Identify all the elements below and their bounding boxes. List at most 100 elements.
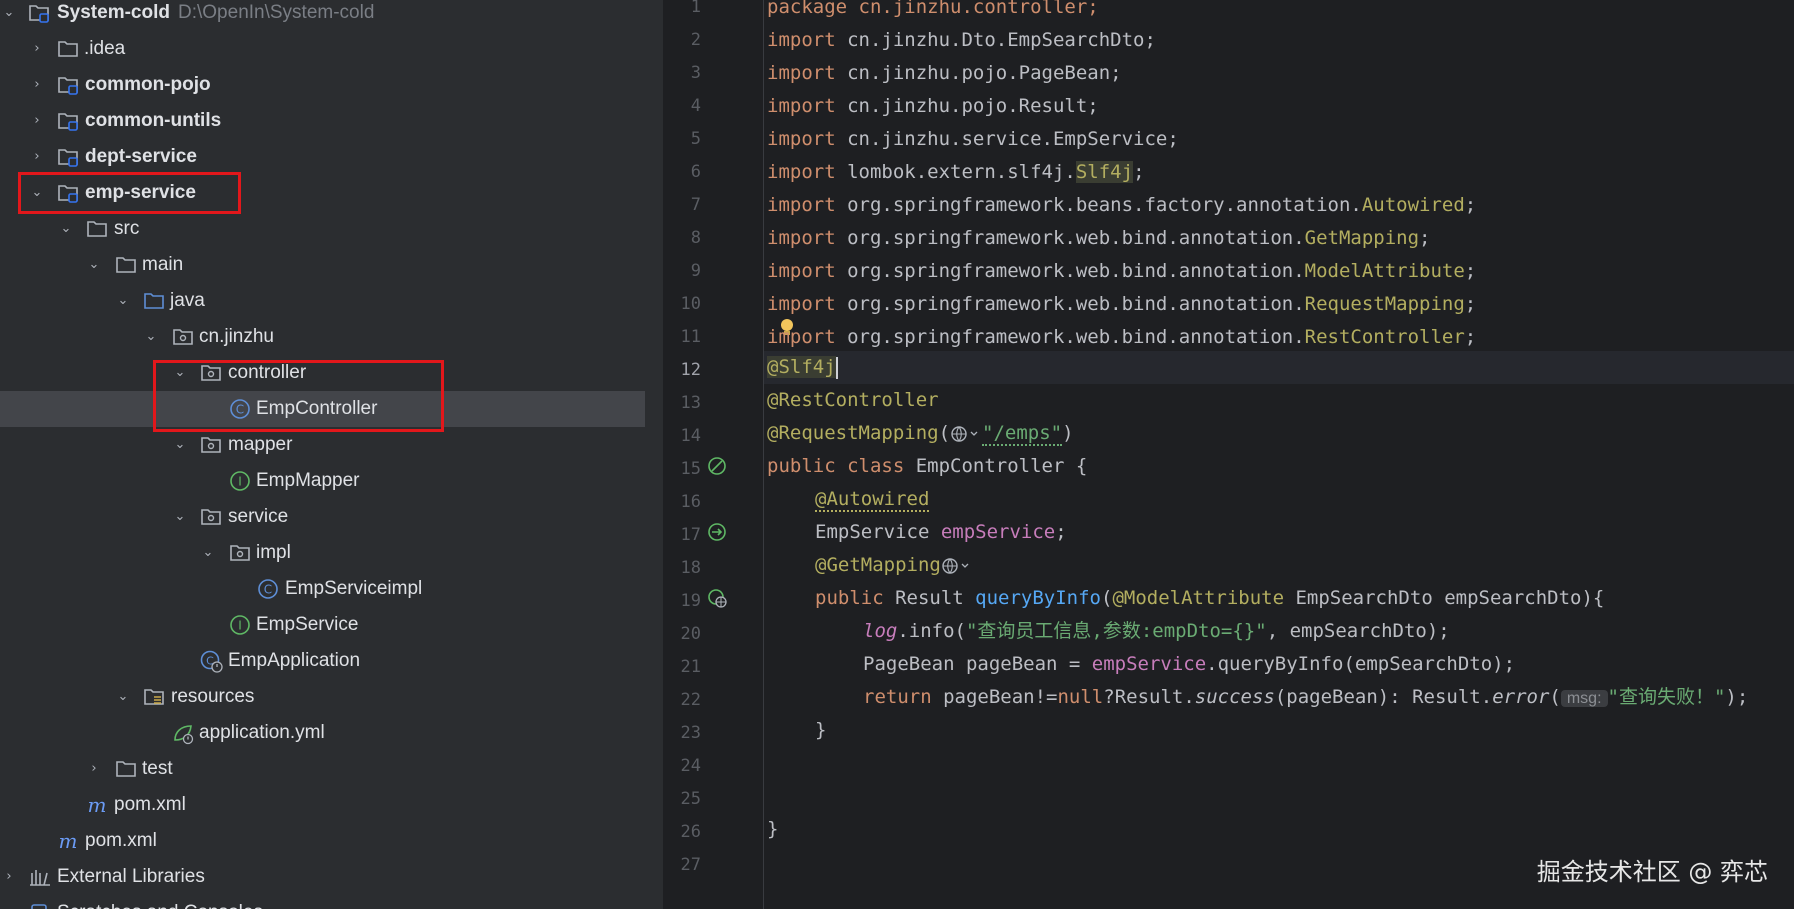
code-line-22[interactable]: return pageBean!=null?Result.success(pag… bbox=[863, 681, 1748, 714]
code-line-8[interactable]: import org.springframework.web.bind.anno… bbox=[767, 222, 1430, 255]
tree-item-emp-service[interactable]: ⌄ emp-service bbox=[0, 175, 663, 211]
chevron-down-icon[interactable]: ⌄ bbox=[85, 256, 103, 274]
tree-item-java[interactable]: ⌄ java bbox=[0, 283, 663, 319]
tree-item-package-cn-jinzhu[interactable]: ⌄ cn.jinzhu bbox=[0, 319, 663, 355]
code-keyword: import bbox=[767, 128, 836, 150]
watermark: 掘金技术社区 @ 弈芯 bbox=[1536, 858, 1768, 886]
tree-item-package-service[interactable]: ⌄ service bbox=[0, 499, 663, 535]
source-folder-icon bbox=[144, 293, 164, 309]
code-line-4[interactable]: import cn.jinzhu.pojo.Result; bbox=[767, 90, 1099, 123]
tree-item-label: common-pojo bbox=[85, 74, 211, 95]
chevron-down-icon[interactable]: ⌄ bbox=[28, 184, 46, 202]
tree-item-emp-service-interface[interactable]: I EmpService bbox=[0, 607, 663, 643]
spring-endpoint-icon[interactable] bbox=[706, 587, 728, 609]
svg-text:C: C bbox=[264, 583, 272, 597]
line-number: 9 bbox=[690, 261, 701, 281]
tree-item-test[interactable]: › test bbox=[0, 751, 663, 787]
code-line-10[interactable]: import org.springframework.web.bind.anno… bbox=[767, 288, 1476, 321]
spring-autowired-icon[interactable] bbox=[706, 521, 728, 543]
tree-item-scratches[interactable]: › Scratches and Consoles bbox=[0, 895, 663, 909]
code-line-1[interactable]: package cn.jinzhu.controller; bbox=[767, 0, 1099, 24]
module-folder-icon bbox=[58, 77, 78, 95]
code-line-23[interactable]: } bbox=[815, 714, 826, 747]
code-annotation: @Autowired bbox=[815, 488, 930, 512]
code-package: package cn.jinzhu.controller; bbox=[767, 0, 1099, 18]
code-line-6[interactable]: import lombok.extern.slf4j.Slf4j; bbox=[767, 156, 1145, 189]
globe-icon[interactable] bbox=[941, 557, 973, 575]
chevron-down-icon[interactable]: ⌄ bbox=[114, 292, 132, 310]
chevron-right-icon[interactable]: › bbox=[0, 904, 18, 909]
tree-item-src[interactable]: ⌄ src bbox=[0, 211, 663, 247]
code-line-13[interactable]: @RestController bbox=[767, 384, 939, 417]
code-text: cn.jinzhu.pojo.PageBean; bbox=[835, 62, 1122, 84]
tree-item-resources[interactable]: ⌄ resources bbox=[0, 679, 663, 715]
code-line-7[interactable]: import org.springframework.beans.factory… bbox=[767, 189, 1476, 222]
tree-item-common-untils[interactable]: › common-untils bbox=[0, 103, 663, 139]
code-line-15[interactable]: public class EmpController { bbox=[767, 450, 1087, 483]
code-method: error bbox=[1492, 686, 1550, 708]
tree-item-emp-application[interactable]: C EmpApplication bbox=[0, 643, 663, 679]
tree-item-package-mapper[interactable]: ⌄ mapper bbox=[0, 427, 663, 463]
code-line-12[interactable]: @Slf4j bbox=[767, 351, 838, 384]
tree-item-application-yml[interactable]: application.yml bbox=[0, 715, 663, 751]
project-path: D:\OpenIn\System-cold bbox=[178, 2, 375, 23]
chevron-down-icon[interactable]: ⌄ bbox=[171, 364, 189, 382]
code-line-20[interactable]: log.info("查询员工信息,参数:empDto={}", empSearc… bbox=[863, 615, 1450, 648]
tree-item-main[interactable]: ⌄ main bbox=[0, 247, 663, 283]
code-line-17[interactable]: EmpService empService; bbox=[815, 516, 1067, 549]
chevron-down-icon[interactable]: ⌄ bbox=[114, 688, 132, 706]
code-line-5[interactable]: import cn.jinzhu.service.EmpService; bbox=[767, 123, 1179, 156]
code-line-21[interactable]: PageBean pageBean = empService.queryByIn… bbox=[863, 648, 1515, 681]
code-annotation: @ModelAttribute bbox=[1112, 587, 1285, 609]
globe-icon[interactable] bbox=[950, 425, 982, 443]
tree-item-package-impl[interactable]: ⌄ impl bbox=[0, 535, 663, 571]
tree-item-label: impl bbox=[256, 542, 291, 563]
code-keyword: import bbox=[767, 62, 836, 84]
code-text: Result bbox=[883, 587, 976, 609]
chevron-down-icon[interactable]: ⌄ bbox=[199, 544, 217, 562]
tree-item-root-pom[interactable]: m pom.xml bbox=[0, 823, 663, 859]
chevron-down-icon[interactable]: ⌄ bbox=[0, 4, 18, 22]
code-line-9[interactable]: import org.springframework.web.bind.anno… bbox=[767, 255, 1476, 288]
spring-bean-icon[interactable] bbox=[706, 455, 728, 477]
code-line-2[interactable]: import cn.jinzhu.Dto.EmpSearchDto; bbox=[767, 24, 1156, 57]
line-number: 16 bbox=[680, 492, 701, 512]
tree-item-label: mapper bbox=[228, 434, 293, 455]
resources-folder-icon bbox=[144, 689, 164, 705]
tree-item-common-pojo[interactable]: › common-pojo bbox=[0, 67, 663, 103]
chevron-right-icon[interactable]: › bbox=[28, 112, 46, 130]
chevron-right-icon[interactable]: › bbox=[85, 760, 103, 778]
tree-item-package-controller[interactable]: ⌄ controller bbox=[0, 355, 663, 391]
chevron-right-icon[interactable]: › bbox=[28, 148, 46, 166]
code-line-11[interactable]: import org.springframework.web.bind.anno… bbox=[767, 321, 1476, 354]
code-line-3[interactable]: import cn.jinzhu.pojo.PageBean; bbox=[767, 57, 1122, 90]
chevron-down-icon[interactable]: ⌄ bbox=[142, 328, 160, 346]
chevron-right-icon[interactable]: › bbox=[28, 76, 46, 94]
tree-item-idea[interactable]: › .idea bbox=[0, 31, 663, 67]
chevron-down-icon[interactable]: ⌄ bbox=[171, 436, 189, 454]
code-line-26[interactable]: } bbox=[767, 813, 778, 846]
chevron-down-icon[interactable]: ⌄ bbox=[171, 508, 189, 526]
svg-text:C: C bbox=[236, 403, 244, 417]
code-line-16[interactable]: @Autowired bbox=[815, 483, 930, 516]
code-editor[interactable]: 1 2 3 4 5 6 7 8 9 10 11 12 13 14 15 16 1… bbox=[663, 0, 1794, 909]
chevron-down-icon[interactable]: ⌄ bbox=[57, 220, 75, 238]
code-line-18[interactable]: @GetMapping bbox=[815, 549, 973, 582]
tree-item-emp-controller[interactable]: C EmpController bbox=[0, 391, 645, 427]
chevron-right-icon[interactable]: › bbox=[28, 40, 46, 58]
code-line-14[interactable]: @RequestMapping("/emps") bbox=[767, 417, 1074, 450]
java-class-icon: C bbox=[230, 399, 250, 419]
tree-item-label: main bbox=[142, 254, 184, 275]
tree-item-module-pom[interactable]: m pom.xml bbox=[0, 787, 663, 823]
tree-item-emp-mapper[interactable]: I EmpMapper bbox=[0, 463, 663, 499]
tree-item-external-libraries[interactable]: › External Libraries bbox=[0, 859, 663, 895]
tree-item-system-cold[interactable]: ⌄ System-cold D:\OpenIn\System-cold bbox=[0, 0, 663, 31]
code-line-19[interactable]: public Result queryByInfo(@ModelAttribut… bbox=[815, 582, 1604, 615]
tree-item-dept-service[interactable]: › dept-service bbox=[0, 139, 663, 175]
chevron-right-icon[interactable]: › bbox=[0, 868, 18, 886]
tree-item-emp-serviceimpl[interactable]: C EmpServiceimpl bbox=[0, 571, 663, 607]
code-text: ; bbox=[1464, 293, 1477, 315]
code-text: cn.jinzhu.Dto.EmpSearchDto; bbox=[835, 29, 1156, 51]
java-class-icon: C bbox=[258, 579, 278, 599]
code-text: (pageBean): Result. bbox=[1274, 686, 1493, 708]
